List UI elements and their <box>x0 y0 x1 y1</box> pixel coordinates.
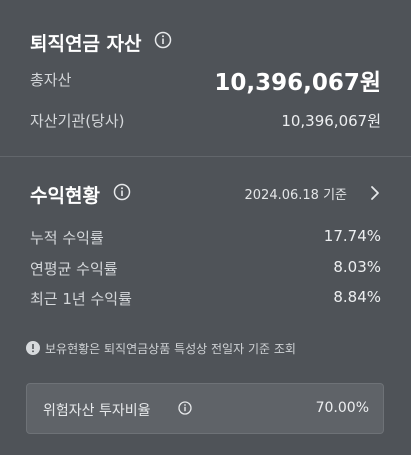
total-assets-value: 10,396,067원 <box>214 70 381 96</box>
info-icon[interactable] <box>154 31 172 49</box>
return-row-label: 최근 1년 수익률 <box>30 290 132 308</box>
risk-value: 70.00% <box>315 400 369 416</box>
section-divider <box>0 156 411 157</box>
risk-asset-box: 위험자산 투자비율 70.00% <box>26 383 384 434</box>
notice-text: 보유현황은 퇴직연금상품 특성상 전일자 기준 조회 <box>45 342 296 356</box>
risk-label: 위험자산 투자비율 <box>43 403 151 419</box>
assets-title: 퇴직연금 자산 <box>30 33 142 55</box>
institution-label: 자산기관(당사) <box>30 112 125 130</box>
return-row-value: 8.84% <box>333 288 381 306</box>
return-row-value: 17.74% <box>323 227 381 245</box>
alert-icon <box>26 341 40 355</box>
info-icon[interactable] <box>178 401 192 415</box>
total-assets-label: 총자산 <box>30 71 72 89</box>
info-icon[interactable] <box>113 183 131 201</box>
base-date[interactable]: 2024.06.18 기준 <box>245 184 348 203</box>
institution-value: 10,396,067원 <box>281 112 381 130</box>
return-row-label: 연평균 수익률 <box>30 260 118 278</box>
chevron-right-icon[interactable] <box>369 184 381 202</box>
returns-title: 수익현황 <box>30 185 100 207</box>
return-row-value: 8.03% <box>333 258 381 276</box>
return-row-label: 누적 수익률 <box>30 229 104 247</box>
